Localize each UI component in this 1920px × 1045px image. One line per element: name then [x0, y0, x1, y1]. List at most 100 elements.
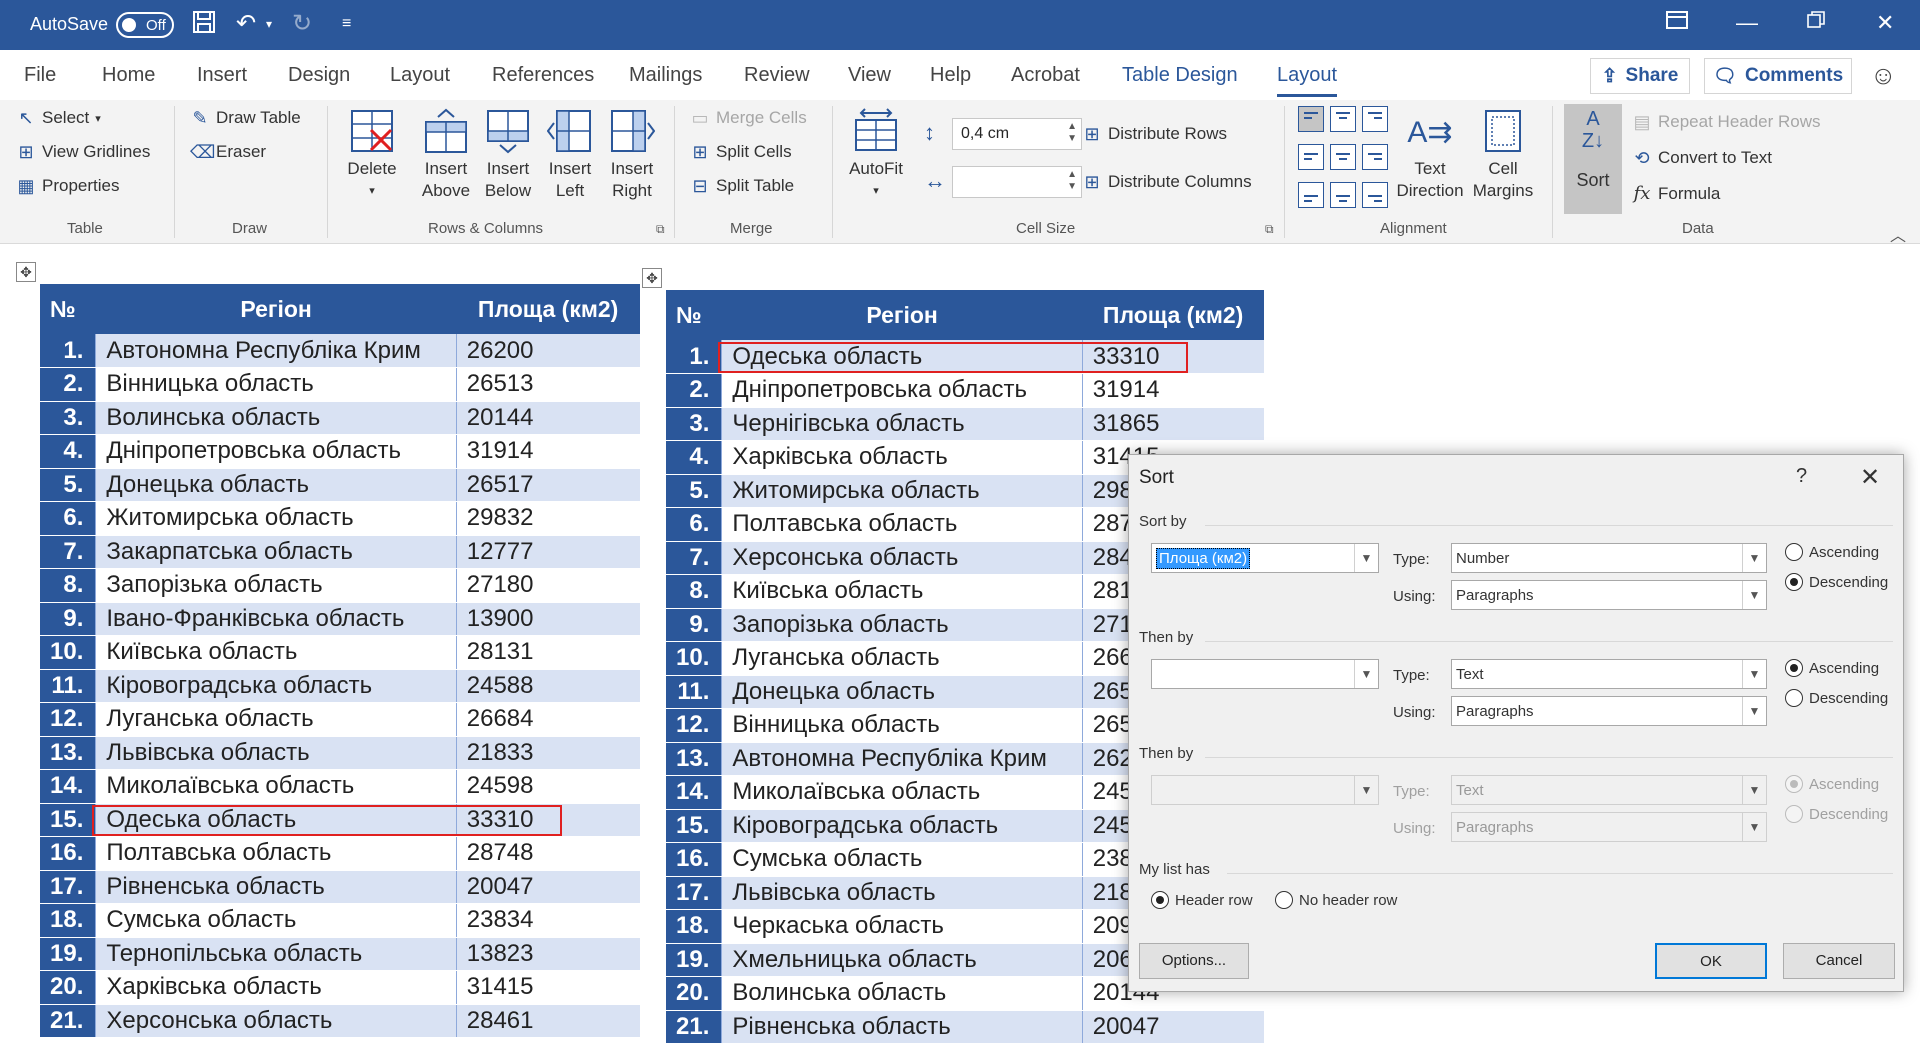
row-number[interactable]: 3. [40, 401, 96, 435]
distribute-columns-button[interactable]: ⊞ Distribute Columns [1082, 172, 1251, 192]
options-button[interactable]: Options... [1139, 943, 1249, 979]
row-number[interactable]: 14. [40, 769, 96, 804]
row-number[interactable]: 20. [666, 976, 722, 1011]
autofit-button[interactable]: AutoFit ▾ [842, 108, 910, 202]
row-number[interactable]: 9. [40, 602, 96, 636]
row-number[interactable]: 12. [40, 702, 96, 737]
tab-home[interactable]: Home [102, 64, 155, 87]
region-cell[interactable]: Запорізька область [95, 568, 457, 603]
region-cell[interactable]: Миколаївська область [95, 769, 457, 804]
row-number[interactable]: 15. [666, 809, 722, 843]
align-center-right-button[interactable] [1362, 144, 1388, 170]
row-number[interactable]: 13. [666, 742, 722, 776]
align-top-left-button[interactable] [1298, 106, 1324, 132]
save-icon[interactable] [192, 10, 216, 41]
tab-review[interactable]: Review [744, 64, 810, 87]
undo-icon[interactable]: ↶ [236, 10, 256, 38]
row-number[interactable]: 1. [40, 334, 96, 368]
sort-by-column-select[interactable]: Площа (км2) ▼ [1151, 543, 1379, 573]
insert-right-button[interactable]: Insert Right [604, 108, 660, 202]
region-cell[interactable]: Тернопільська область [95, 937, 457, 971]
area-cell[interactable]: 28461 [455, 1004, 640, 1038]
ok-button[interactable]: OK [1655, 943, 1767, 979]
row-number[interactable]: 3. [666, 407, 722, 441]
insert-above-button[interactable]: Insert Above [418, 108, 474, 202]
split-cells-button[interactable]: ⊞ Split Cells [690, 142, 791, 162]
area-cell[interactable]: 31415 [455, 970, 640, 1005]
row-number[interactable]: 16. [40, 836, 96, 871]
row-number[interactable]: 7. [40, 535, 96, 569]
row-number[interactable]: 19. [40, 937, 96, 971]
dialog-launcher-icon[interactable]: ⧉ [656, 222, 665, 237]
then-by-2-using-select[interactable]: Paragraphs ▼ [1451, 812, 1767, 842]
row-number[interactable]: 20. [40, 970, 96, 1005]
region-cell[interactable]: Сумська область [721, 842, 1083, 877]
formula-button[interactable]: fx Formula [1632, 184, 1721, 204]
region-cell[interactable]: Луганська область [95, 702, 457, 737]
area-cell[interactable]: 13823 [455, 937, 640, 971]
region-cell[interactable]: Житомирська область [95, 501, 457, 536]
delete-button[interactable]: Delete ▾ [344, 108, 400, 202]
minimize-icon[interactable]: — [1736, 10, 1758, 36]
align-center-left-button[interactable] [1298, 144, 1324, 170]
region-cell[interactable]: Дніпропетровська область [721, 373, 1083, 408]
table-move-handle-icon[interactable]: ✥ [16, 262, 36, 282]
insert-left-button[interactable]: Insert Left [542, 108, 598, 202]
select-button[interactable]: ↖ Select ▾ [16, 108, 100, 128]
row-number[interactable]: 4. [666, 440, 722, 475]
area-cell[interactable]: 20047 [1081, 1010, 1264, 1044]
customize-icon[interactable]: ≡ [342, 10, 351, 38]
region-cell[interactable]: Херсонська область [721, 541, 1083, 575]
then-by-2-descending-radio[interactable]: Descending [1785, 805, 1888, 823]
sort-by-using-select[interactable]: Paragraphs ▼ [1451, 580, 1767, 610]
redo-icon[interactable]: ↻ [292, 10, 312, 38]
region-cell[interactable]: Миколаївська область [721, 775, 1083, 810]
view-gridlines-button[interactable]: ⊞ View Gridlines [16, 142, 150, 162]
region-cell[interactable]: Херсонська область [95, 1004, 457, 1038]
text-direction-button[interactable]: A⇉ Text Direction [1394, 108, 1466, 202]
share-button[interactable]: ⇪ Share [1590, 58, 1690, 94]
column-width-input[interactable]: ▲ ▼ [952, 166, 1082, 198]
row-number[interactable]: 16. [666, 842, 722, 877]
area-cell[interactable]: 20047 [455, 870, 640, 904]
row-number[interactable]: 6. [666, 507, 722, 542]
tab-references[interactable]: References [492, 64, 594, 87]
close-icon[interactable]: ✕ [1876, 10, 1894, 36]
tab-design[interactable]: Design [288, 64, 350, 87]
then-by-1-column-select[interactable]: ▼ [1151, 659, 1379, 689]
row-number[interactable]: 6. [40, 501, 96, 536]
dialog-launcher-icon[interactable]: ⧉ [1265, 222, 1274, 237]
ribbon-display-icon[interactable] [1666, 10, 1688, 36]
tab-table-layout[interactable]: Layout [1277, 64, 1338, 97]
row-number[interactable]: 11. [40, 669, 96, 703]
row-number[interactable]: 8. [666, 574, 722, 609]
align-top-right-button[interactable] [1362, 106, 1388, 132]
eraser-button[interactable]: ⌫ Eraser [190, 142, 266, 162]
area-cell[interactable]: 27180 [455, 568, 640, 603]
region-cell[interactable]: Рівненська область [721, 1010, 1083, 1044]
region-cell[interactable]: Львівська область [95, 736, 457, 770]
tab-insert[interactable]: Insert [197, 64, 247, 87]
then-by-2-type-select[interactable]: Text ▼ [1451, 775, 1767, 805]
help-icon[interactable]: ? [1796, 465, 1807, 488]
undo-dropdown-icon[interactable]: ▾ [266, 10, 272, 38]
row-number[interactable]: 15. [40, 803, 96, 837]
area-cell[interactable]: 13900 [455, 602, 640, 636]
region-cell[interactable]: Хмельницька область [721, 943, 1083, 977]
row-number[interactable]: 10. [666, 641, 722, 676]
area-cell[interactable]: 28748 [455, 836, 640, 871]
area-cell[interactable]: 12777 [455, 535, 640, 569]
tab-layout[interactable]: Layout [390, 64, 450, 87]
tab-acrobat[interactable]: Acrobat [1011, 64, 1080, 87]
region-cell[interactable]: Донецька область [721, 675, 1083, 709]
region-cell[interactable]: Полтавська область [95, 836, 457, 871]
area-cell[interactable]: 26200 [455, 334, 640, 368]
align-bottom-left-button[interactable] [1298, 182, 1324, 208]
close-icon[interactable]: ✕ [1860, 463, 1880, 492]
region-cell[interactable]: Донецька область [95, 468, 457, 502]
area-cell[interactable]: 21833 [455, 736, 640, 770]
region-cell[interactable]: Київська область [721, 574, 1083, 609]
draw-table-button[interactable]: ✎ Draw Table [190, 108, 300, 128]
region-cell[interactable]: Запорізька область [721, 608, 1083, 642]
properties-button[interactable]: ▦ Properties [16, 176, 119, 196]
